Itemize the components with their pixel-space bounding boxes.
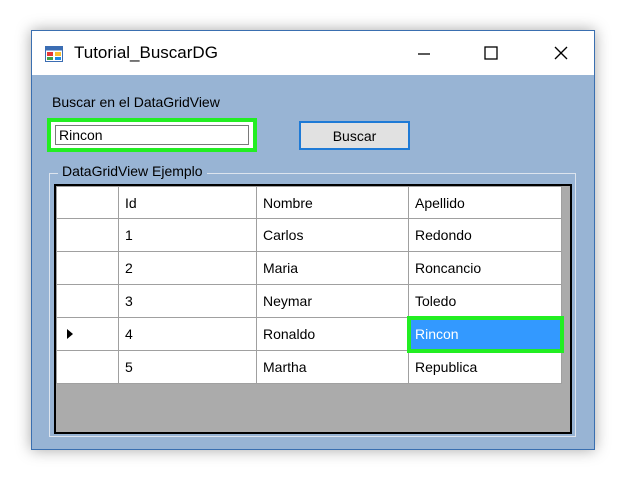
cell-apellido[interactable]: Republica xyxy=(408,350,562,384)
current-row-arrow-icon xyxy=(67,329,73,339)
cell-id[interactable]: 2 xyxy=(118,251,257,285)
search-highlight xyxy=(47,118,257,152)
grid-table: Id Nombre Apellido 1 Carlos Redondo 2 Ma… xyxy=(56,186,564,384)
search-button[interactable]: Buscar xyxy=(299,121,410,150)
cell-nombre[interactable]: Carlos xyxy=(256,218,409,252)
cell-apellido[interactable]: Toledo xyxy=(408,284,562,318)
cell-apellido-selected[interactable]: Rincon xyxy=(406,315,564,353)
cell-nombre[interactable]: Martha xyxy=(256,350,409,384)
row-header[interactable] xyxy=(56,317,119,351)
close-icon xyxy=(554,46,568,60)
close-button[interactable] xyxy=(538,31,584,75)
column-header-id[interactable]: Id xyxy=(118,186,257,219)
cell-nombre[interactable]: Maria xyxy=(256,251,409,285)
app-window: Tutorial_BuscarDG Buscar en el DataGridV… xyxy=(31,30,595,450)
minimize-button[interactable] xyxy=(401,31,447,75)
cell-id[interactable]: 4 xyxy=(118,317,257,351)
row-header[interactable] xyxy=(56,350,119,384)
table-row[interactable]: 2 Maria Roncancio xyxy=(56,251,562,285)
top-left-header-cell[interactable] xyxy=(56,186,119,219)
row-header[interactable] xyxy=(56,251,119,285)
cell-apellido[interactable]: Redondo xyxy=(408,218,562,252)
cell-id[interactable]: 5 xyxy=(118,350,257,384)
grid-header-row: Id Nombre Apellido xyxy=(56,186,562,219)
app-form-icon xyxy=(45,46,63,62)
minimize-icon xyxy=(418,53,430,55)
table-row-current[interactable]: 4 Ronaldo Rincon xyxy=(56,315,564,353)
cell-nombre[interactable]: Ronaldo xyxy=(256,317,409,351)
search-input[interactable] xyxy=(55,125,249,145)
maximize-button[interactable] xyxy=(468,31,514,75)
cell-nombre[interactable]: Neymar xyxy=(256,284,409,318)
column-header-nombre[interactable]: Nombre xyxy=(256,186,409,219)
cell-apellido[interactable]: Roncancio xyxy=(408,251,562,285)
row-header[interactable] xyxy=(56,284,119,318)
table-row[interactable]: 1 Carlos Redondo xyxy=(56,218,562,252)
maximize-icon xyxy=(484,46,498,60)
row-header[interactable] xyxy=(56,218,119,252)
groupbox-label: DataGridView Ejemplo xyxy=(58,163,207,179)
column-header-apellido[interactable]: Apellido xyxy=(408,186,562,219)
title-bar[interactable]: Tutorial_BuscarDG xyxy=(32,31,594,75)
search-label: Buscar en el DataGridView xyxy=(52,94,220,110)
table-row[interactable]: 3 Neymar Toledo xyxy=(56,284,562,318)
window-title: Tutorial_BuscarDG xyxy=(74,43,218,62)
data-grid-view[interactable]: Id Nombre Apellido 1 Carlos Redondo 2 Ma… xyxy=(54,184,572,434)
cell-id[interactable]: 1 xyxy=(118,218,257,252)
table-row[interactable]: 5 Martha Republica xyxy=(56,350,562,384)
cell-id[interactable]: 3 xyxy=(118,284,257,318)
